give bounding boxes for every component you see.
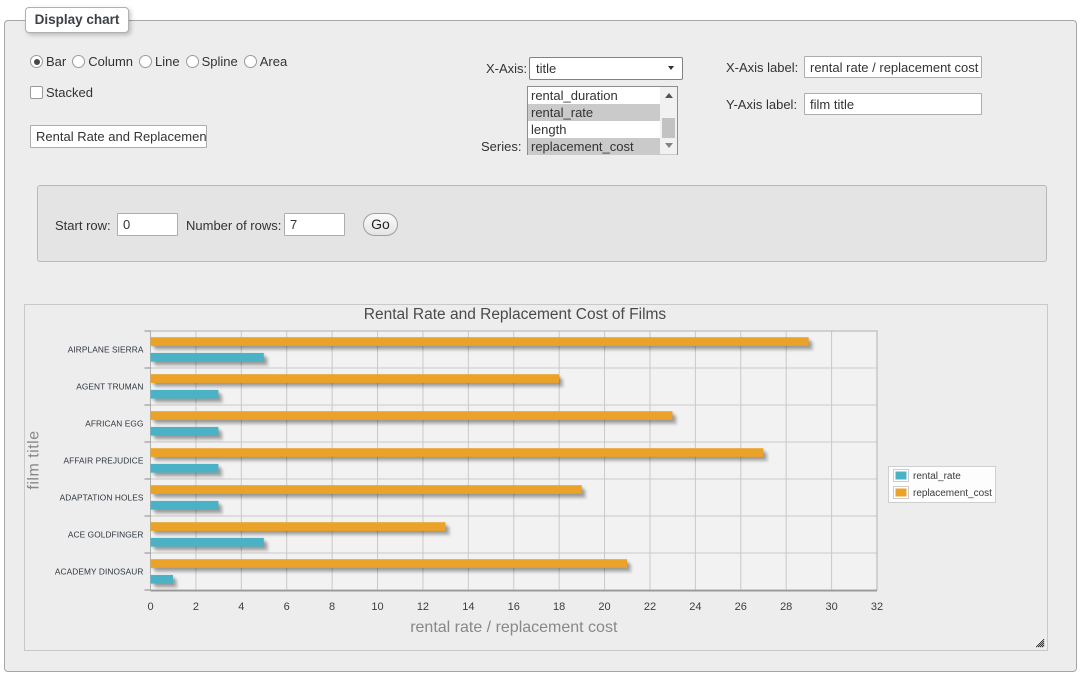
svg-text:AIRPLANE SIERRA: AIRPLANE SIERRA: [68, 345, 144, 355]
svg-text:24: 24: [689, 601, 701, 613]
svg-text:14: 14: [462, 601, 474, 613]
svg-text:replacement_cost: replacement_cost: [913, 488, 992, 499]
svg-text:6: 6: [284, 601, 290, 613]
svg-text:12: 12: [417, 601, 429, 613]
svg-text:32: 32: [871, 601, 883, 613]
svg-text:28: 28: [780, 601, 792, 613]
svg-text:16: 16: [508, 601, 520, 613]
svg-text:2: 2: [193, 601, 199, 613]
svg-text:30: 30: [825, 601, 837, 613]
svg-text:4: 4: [238, 601, 244, 613]
svg-text:film title: film title: [26, 430, 43, 489]
svg-text:8: 8: [329, 601, 335, 613]
svg-text:ADAPTATION HOLES: ADAPTATION HOLES: [60, 493, 144, 503]
svg-text:18: 18: [553, 601, 565, 613]
svg-text:AGENT TRUMAN: AGENT TRUMAN: [76, 382, 143, 392]
svg-text:26: 26: [735, 601, 747, 613]
svg-text:AFFAIR PREJUDICE: AFFAIR PREJUDICE: [64, 456, 144, 466]
svg-text:Rental Rate and Replacement Co: Rental Rate and Replacement Cost of Film…: [364, 306, 667, 323]
svg-text:ACADEMY DINOSAUR: ACADEMY DINOSAUR: [55, 567, 144, 577]
svg-text:20: 20: [598, 601, 610, 613]
svg-text:AFRICAN EGG: AFRICAN EGG: [85, 419, 143, 429]
svg-text:22: 22: [644, 601, 656, 613]
svg-text:rental rate / replacement cost: rental rate / replacement cost: [410, 619, 618, 636]
svg-text:10: 10: [371, 601, 383, 613]
svg-text:0: 0: [147, 601, 153, 613]
svg-text:ACE GOLDFINGER: ACE GOLDFINGER: [68, 530, 144, 540]
svg-text:rental_rate: rental_rate: [913, 471, 961, 482]
